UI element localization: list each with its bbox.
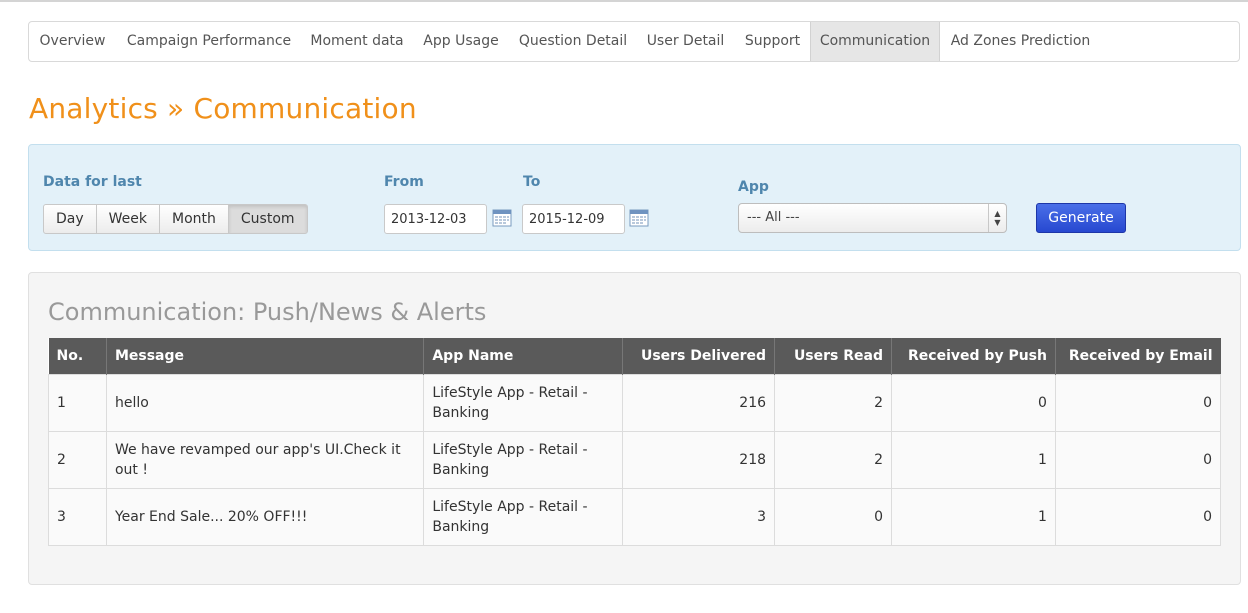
cell-received-by-push: 1 (891, 487, 1056, 546)
period-week-button[interactable]: Week (95, 204, 161, 234)
from-date-input[interactable] (384, 204, 487, 234)
app-select[interactable]: --- All --- ▲ ▼ (738, 203, 1007, 233)
tab-moment-data[interactable]: Moment data (302, 22, 412, 61)
cell-received-by-email: 0 (1054, 430, 1222, 489)
data-for-last-label: Data for last (43, 174, 142, 190)
table-row[interactable]: 1 hello LifeStyle App - Retail - Banking… (48, 373, 1222, 432)
cell-no: 1 (48, 373, 107, 432)
cell-app-name: LifeStyle App - Retail - Banking (423, 373, 624, 432)
tab-ad-zones-prediction[interactable]: Ad Zones Prediction (938, 22, 1103, 61)
cell-app-name: LifeStyle App - Retail - Banking (423, 487, 624, 546)
results-title: Communication: Push/News & Alerts (48, 298, 487, 326)
generate-button[interactable]: Generate (1036, 203, 1126, 233)
cell-received-by-email: 0 (1054, 487, 1222, 546)
period-custom-button[interactable]: Custom (227, 204, 308, 234)
column-header-app-name[interactable]: App Name (423, 338, 623, 374)
cell-users-delivered: 3 (622, 487, 776, 546)
period-button-group: Day Week Month Custom (43, 204, 308, 234)
cell-app-name: LifeStyle App - Retail - Banking (423, 430, 624, 489)
cell-no: 3 (48, 487, 107, 546)
calendar-icon[interactable] (492, 208, 512, 227)
cell-users-delivered: 216 (622, 373, 776, 432)
app-select-value: --- All --- (747, 210, 800, 225)
results-panel: Communication: Push/News & Alerts No. Me… (28, 272, 1241, 585)
cell-message: We have revamped our app's UI.Check it o… (105, 430, 425, 489)
select-arrows-icon: ▲ ▼ (988, 204, 1006, 232)
cell-users-read: 2 (774, 430, 892, 489)
column-header-received-by-push[interactable]: Received by Push (891, 338, 1056, 374)
cell-received-by-email: 0 (1054, 373, 1222, 432)
communication-table: No. Message App Name Users Delivered Use… (48, 338, 1222, 546)
tab-user-detail[interactable]: User Detail (636, 22, 735, 61)
column-header-received-by-email[interactable]: Received by Email (1054, 338, 1221, 374)
period-day-button[interactable]: Day (43, 204, 97, 234)
cell-received-by-push: 0 (891, 373, 1056, 432)
calendar-icon[interactable] (629, 208, 649, 227)
tab-campaign-performance[interactable]: Campaign Performance (116, 22, 302, 61)
tab-bar: Overview Campaign Performance Moment dat… (28, 21, 1240, 62)
cell-message: Year End Sale... 20% OFF!!! (105, 487, 425, 546)
tab-question-detail[interactable]: Question Detail (510, 22, 636, 61)
page-title: Analytics » Communication (29, 92, 417, 125)
app-label: App (738, 179, 769, 195)
table-header-row: No. Message App Name Users Delivered Use… (48, 338, 1221, 374)
top-border (0, 0, 1248, 2)
to-label: To (523, 174, 541, 190)
cell-received-by-push: 1 (891, 430, 1056, 489)
column-header-message[interactable]: Message (105, 338, 424, 374)
table-row[interactable]: 2 We have revamped our app's UI.Check it… (48, 430, 1222, 489)
tab-communication[interactable]: Communication (810, 22, 940, 61)
tab-app-usage[interactable]: App Usage (412, 22, 510, 61)
filter-panel: Data for last Day Week Month Custom From… (28, 144, 1241, 251)
cell-users-delivered: 218 (622, 430, 776, 489)
column-header-users-read[interactable]: Users Read (774, 338, 892, 374)
cell-users-read: 0 (774, 487, 892, 546)
table-row[interactable]: 3 Year End Sale... 20% OFF!!! LifeStyle … (48, 487, 1222, 546)
cell-no: 2 (48, 430, 107, 489)
cell-message: hello (105, 373, 425, 432)
tab-support[interactable]: Support (735, 22, 810, 61)
from-label: From (384, 174, 424, 190)
tab-overview[interactable]: Overview (29, 22, 116, 61)
column-header-no[interactable]: No. (48, 338, 107, 374)
period-month-button[interactable]: Month (159, 204, 229, 234)
to-date-input[interactable] (522, 204, 625, 234)
cell-users-read: 2 (774, 373, 892, 432)
column-header-users-delivered[interactable]: Users Delivered (622, 338, 775, 374)
